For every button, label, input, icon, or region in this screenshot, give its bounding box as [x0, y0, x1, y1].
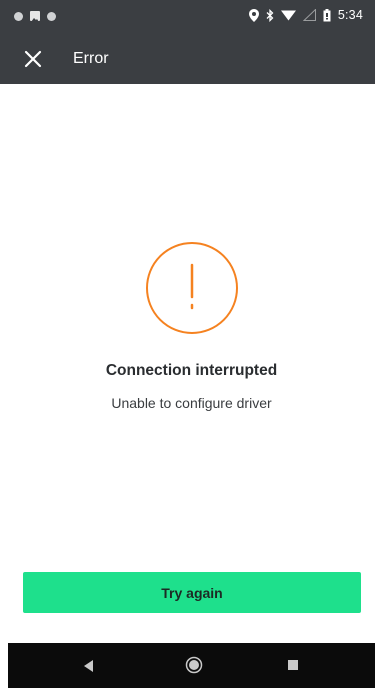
- status-bar: 5:34: [0, 0, 375, 34]
- page-title: Error: [73, 50, 109, 67]
- notification-dot-icon: [14, 11, 23, 21]
- back-icon[interactable]: [84, 659, 94, 677]
- error-screen: 5:34 Error Connection interrupted Unable…: [0, 0, 375, 688]
- wifi-icon: [280, 9, 296, 21]
- error-headline: Connection interrupted: [105, 362, 278, 379]
- try-again-button[interactable]: Try again: [23, 572, 361, 613]
- error-message: Unable to configure driver: [111, 395, 272, 411]
- bluetooth-icon: [266, 8, 274, 22]
- notification-dot-icon: [47, 11, 56, 21]
- image-icon: [30, 11, 40, 22]
- home-icon[interactable]: [185, 656, 203, 679]
- close-button[interactable]: [20, 46, 46, 72]
- app-bar: Error: [0, 34, 375, 84]
- alert-circle-icon: [145, 241, 239, 335]
- close-icon: [24, 50, 42, 68]
- signal-icon: [302, 9, 316, 21]
- location-icon: [248, 8, 259, 22]
- status-right: 5:34: [248, 8, 363, 22]
- status-left: [14, 11, 56, 22]
- recents-icon[interactable]: [288, 660, 298, 670]
- navigation-bar: [8, 643, 375, 688]
- battery-icon: [323, 8, 331, 22]
- status-time: 5:34: [337, 8, 363, 22]
